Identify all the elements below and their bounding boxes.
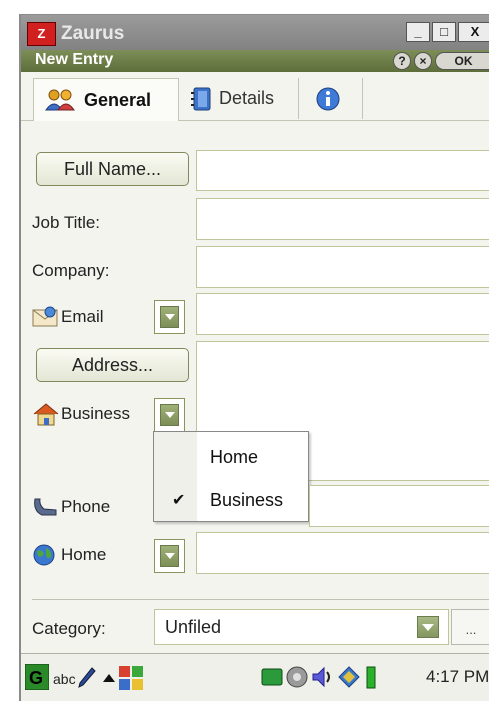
email-label: Email — [61, 307, 104, 326]
close-button[interactable]: X — [458, 22, 489, 42]
full-name-button[interactable]: Full Name... — [36, 152, 189, 186]
dialog-title: New Entry — [35, 51, 114, 68]
email-field[interactable] — [196, 293, 489, 335]
chevron-down-icon — [160, 404, 179, 426]
category-select[interactable]: Unfiled — [154, 609, 449, 645]
address-type-popup: Home ✔ Business — [153, 431, 309, 522]
phone-icon — [34, 498, 57, 516]
email-label-row: Email — [32, 306, 104, 328]
home-label: Home — [61, 545, 107, 564]
business-label: Business — [61, 404, 130, 423]
gear-icon[interactable] — [285, 665, 309, 689]
company-field[interactable] — [196, 246, 489, 288]
tab-bar: General Details — [21, 72, 489, 121]
tab-details[interactable]: Details — [181, 78, 299, 119]
minimize-button[interactable]: _ — [406, 22, 430, 42]
popup-item-home[interactable]: Home — [210, 447, 258, 468]
chevron-down-icon — [417, 616, 439, 638]
app-title: Zaurus — [61, 23, 125, 44]
card-icon[interactable] — [261, 666, 283, 688]
category-value: Unfiled — [165, 617, 222, 637]
phone-label: Phone — [61, 497, 111, 516]
chevron-down-icon — [160, 306, 179, 328]
tab-general[interactable]: General — [33, 78, 179, 121]
business-label-row: Business — [32, 402, 130, 426]
company-label: Company: — [32, 261, 110, 280]
tab-info[interactable] — [301, 78, 363, 119]
battery-icon[interactable] — [366, 665, 376, 689]
tab-details-label: Details — [219, 88, 275, 108]
tab-general-label: General — [84, 89, 152, 110]
home-label-row: Home — [32, 543, 106, 567]
category-more-button[interactable]: ... — [451, 609, 489, 645]
address-button[interactable]: Address... — [36, 348, 189, 382]
email-type-dropdown[interactable] — [154, 300, 185, 334]
home-phone-field[interactable] — [196, 532, 489, 574]
pen-icon[interactable] — [78, 666, 96, 688]
speaker-icon[interactable] — [311, 665, 335, 689]
globe-icon — [33, 544, 55, 566]
info-icon — [316, 87, 340, 110]
dialog-cancel-button[interactable]: × — [414, 52, 432, 70]
full-name-field[interactable] — [196, 150, 489, 191]
notebook-icon — [191, 87, 211, 110]
app-switcher-icon[interactable] — [119, 666, 143, 690]
sync-icon[interactable] — [337, 665, 361, 689]
people-icon — [45, 89, 75, 111]
maximize-button[interactable]: □ — [432, 22, 456, 42]
application-window: Z Zaurus _ □ X New Entry ? × OK General — [19, 14, 489, 701]
launcher-icon[interactable]: G — [25, 664, 49, 690]
zaurus-app-icon: Z — [27, 22, 56, 46]
phone-type-dropdown[interactable] — [154, 539, 185, 573]
svg-text:G: G — [29, 668, 43, 688]
chevron-down-icon — [160, 545, 179, 567]
popup-item-business[interactable]: Business — [210, 490, 283, 511]
help-button[interactable]: ? — [393, 52, 411, 70]
category-label: Category: — [32, 619, 106, 638]
address-type-dropdown[interactable] — [154, 398, 185, 432]
arrow-up-icon[interactable] — [103, 674, 115, 682]
job-title-label: Job Title: — [32, 213, 101, 232]
input-method-label[interactable]: abc — [53, 671, 76, 687]
dialog-title-bar: New Entry ? × OK — [21, 50, 489, 72]
dialog-ok-button[interactable]: OK — [435, 52, 489, 70]
phone-field[interactable] — [309, 485, 489, 527]
separator — [32, 599, 489, 600]
phone-label-row: Phone — [32, 495, 110, 519]
clock[interactable]: 4:17 PM — [426, 667, 489, 687]
check-icon: ✔ — [172, 492, 186, 509]
email-icon — [32, 306, 58, 327]
house-icon — [33, 403, 59, 426]
job-title-field[interactable] — [196, 198, 489, 240]
taskbar: G abc 4:17 PM — [21, 653, 489, 701]
